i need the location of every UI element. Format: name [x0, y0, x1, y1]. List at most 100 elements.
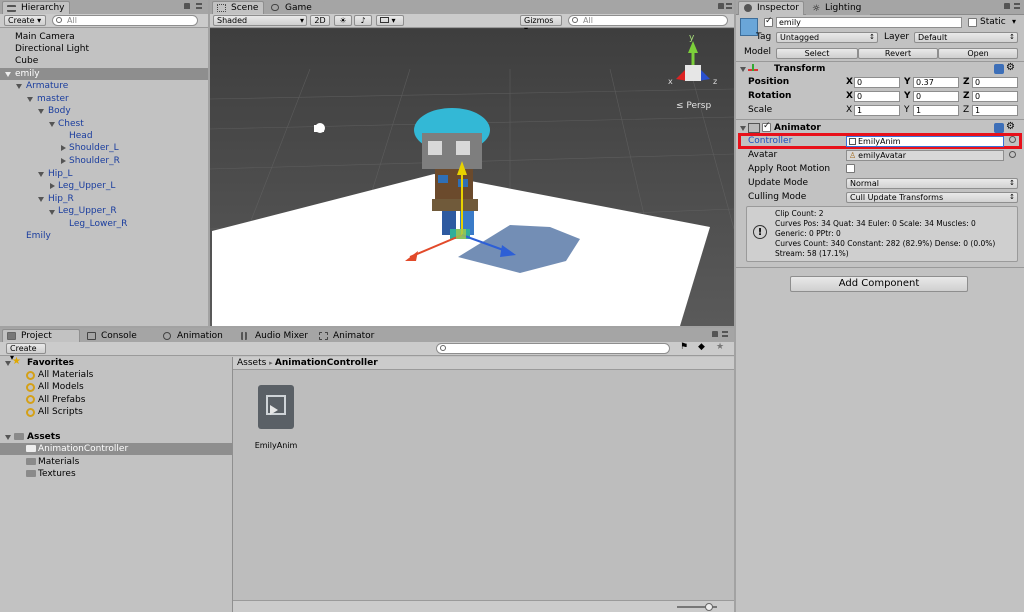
scene-viewport[interactable]: y x z ≤ Persp [210, 29, 734, 326]
hierarchy-item-emily-mesh[interactable]: Emily [26, 230, 51, 242]
panel-menu-icon[interactable] [196, 3, 202, 9]
shading-mode-dropdown[interactable]: Shaded ▾ [213, 15, 307, 26]
project-create-button[interactable]: Create ▾ [6, 343, 46, 362]
tab-console[interactable]: Console [82, 329, 152, 343]
2d-toggle-button[interactable]: 2D [310, 15, 330, 26]
hierarchy-item-hip-l[interactable]: Hip_L [48, 168, 73, 180]
hierarchy-item-shoulder-r[interactable]: Shoulder_R [69, 155, 120, 167]
assets-folder[interactable]: Assets [27, 431, 60, 443]
scale-x-field[interactable]: 1 [854, 105, 900, 116]
rotation-x-field[interactable]: 0 [854, 91, 900, 102]
expand-arrow-icon[interactable] [16, 84, 22, 89]
update-mode-dropdown[interactable]: Normal [846, 178, 1018, 189]
effects-dropdown[interactable]: ▾ [376, 15, 404, 26]
position-y-field[interactable]: 0.37 [913, 77, 959, 88]
hierarchy-item-shoulder-l[interactable]: Shoulder_L [69, 142, 119, 154]
slider-handle[interactable] [705, 603, 713, 611]
hierarchy-item-hip-r[interactable]: Hip_R [48, 193, 74, 205]
collapsed-arrow-icon[interactable] [61, 145, 66, 151]
expand-arrow-icon[interactable] [49, 210, 55, 215]
hierarchy-item-main-camera[interactable]: Main Camera [15, 31, 75, 43]
expand-arrow-icon[interactable] [27, 97, 33, 102]
favorite-all-models[interactable]: All Models [38, 381, 84, 393]
object-name-input[interactable]: emily [776, 17, 962, 28]
expand-arrow-icon[interactable] [49, 122, 55, 127]
lock-icon[interactable] [1004, 3, 1010, 9]
apply-root-motion-checkbox[interactable] [846, 164, 855, 173]
panel-menu-icon[interactable] [1014, 3, 1020, 9]
active-checkbox[interactable] [764, 16, 773, 27]
panel-menu-icon[interactable] [722, 331, 728, 337]
hierarchy-item-emily-selected[interactable]: emily [0, 68, 208, 80]
lock-icon[interactable] [712, 331, 718, 337]
hierarchy-item-master[interactable]: master [37, 93, 69, 105]
rotation-y-field[interactable]: 0 [913, 91, 959, 102]
expand-arrow-icon[interactable] [38, 172, 44, 177]
tab-project[interactable]: Project [2, 329, 80, 343]
lighting-toggle-button[interactable]: ☀ [334, 15, 352, 26]
position-z-field[interactable]: 0 [972, 77, 1018, 88]
scene-search-input[interactable]: All [568, 15, 728, 26]
filter-label-icon[interactable]: ◆ [698, 342, 705, 352]
controller-field[interactable]: EmilyAnim [846, 136, 1004, 147]
audio-toggle-button[interactable]: ♪ [354, 15, 372, 26]
hierarchy-item-chest[interactable]: Chest [58, 118, 84, 130]
tab-game[interactable]: Game [266, 1, 326, 15]
help-icon[interactable] [994, 123, 1004, 133]
breadcrumb-assets[interactable]: Assets [237, 358, 266, 368]
fold-arrow-icon[interactable] [740, 126, 746, 131]
folder-textures[interactable]: Textures [38, 468, 76, 480]
hierarchy-item-armature[interactable]: Armature [26, 80, 68, 92]
tab-animation[interactable]: Animation [158, 329, 236, 343]
gear-icon[interactable]: ⚙ [1006, 62, 1015, 73]
folder-animation-controller[interactable]: AnimationController [38, 443, 128, 455]
layer-dropdown[interactable]: Default [914, 32, 1018, 43]
fold-arrow-icon[interactable] [5, 435, 11, 440]
scale-y-field[interactable]: 1 [913, 105, 959, 116]
tab-scene[interactable]: Scene [212, 1, 264, 15]
scale-z-field[interactable]: 1 [972, 105, 1018, 116]
model-select-button[interactable]: Select [776, 48, 858, 59]
collapsed-arrow-icon[interactable] [50, 183, 55, 189]
favorite-all-prefabs[interactable]: All Prefabs [38, 394, 85, 406]
lock-icon[interactable] [718, 3, 724, 9]
star-icon[interactable]: ★ [716, 342, 724, 352]
chevron-down-icon[interactable]: ▾ [1012, 17, 1016, 26]
hierarchy-item-leg-upper-l[interactable]: Leg_Upper_L [58, 180, 115, 192]
hierarchy-item-body[interactable]: Body [48, 105, 71, 117]
lock-icon[interactable] [184, 3, 190, 9]
tab-inspector[interactable]: Inspector [738, 1, 804, 15]
asset-tile-emily-anim[interactable]: EmilyAnim [249, 385, 303, 455]
favorite-all-scripts[interactable]: All Scripts [38, 406, 83, 418]
help-icon[interactable] [994, 64, 1004, 74]
collapsed-arrow-icon[interactable] [61, 158, 66, 164]
expand-arrow-icon[interactable] [38, 109, 44, 114]
hierarchy-create-button[interactable]: Create ▾ [4, 15, 46, 26]
add-component-button[interactable]: Add Component [790, 276, 968, 292]
expand-arrow-icon[interactable] [38, 197, 44, 202]
hierarchy-item-head[interactable]: Head [69, 130, 93, 142]
gizmos-dropdown[interactable]: Gizmos ▾ [520, 15, 562, 34]
transform-title[interactable]: Transform [774, 63, 825, 75]
project-search-input[interactable] [436, 343, 670, 354]
fold-arrow-icon[interactable] [740, 67, 746, 72]
gear-icon[interactable]: ⚙ [1006, 121, 1015, 132]
favorite-all-materials[interactable]: All Materials [38, 369, 93, 381]
folder-materials[interactable]: Materials [38, 456, 79, 468]
culling-mode-dropdown[interactable]: Cull Update Transforms [846, 192, 1018, 203]
model-open-button[interactable]: Open [938, 48, 1018, 59]
animator-enabled-checkbox[interactable] [762, 121, 771, 132]
hierarchy-item-leg-lower-r[interactable]: Leg_Lower_R [69, 218, 127, 230]
breadcrumb-animation-controller[interactable]: AnimationController [275, 358, 378, 368]
expand-arrow-icon[interactable] [5, 72, 11, 77]
tab-hierarchy[interactable]: Hierarchy [2, 1, 70, 15]
tab-animator[interactable]: Animator [314, 329, 380, 343]
rotation-z-field[interactable]: 0 [972, 91, 1018, 102]
model-revert-button[interactable]: Revert [858, 48, 938, 59]
tag-dropdown[interactable]: Untagged [776, 32, 878, 43]
static-checkbox[interactable] [968, 18, 977, 27]
object-picker-icon[interactable] [1009, 136, 1016, 143]
fold-arrow-icon[interactable] [5, 361, 11, 366]
perspective-label[interactable]: ≤ Persp [676, 101, 711, 111]
panel-menu-icon[interactable] [726, 3, 732, 9]
